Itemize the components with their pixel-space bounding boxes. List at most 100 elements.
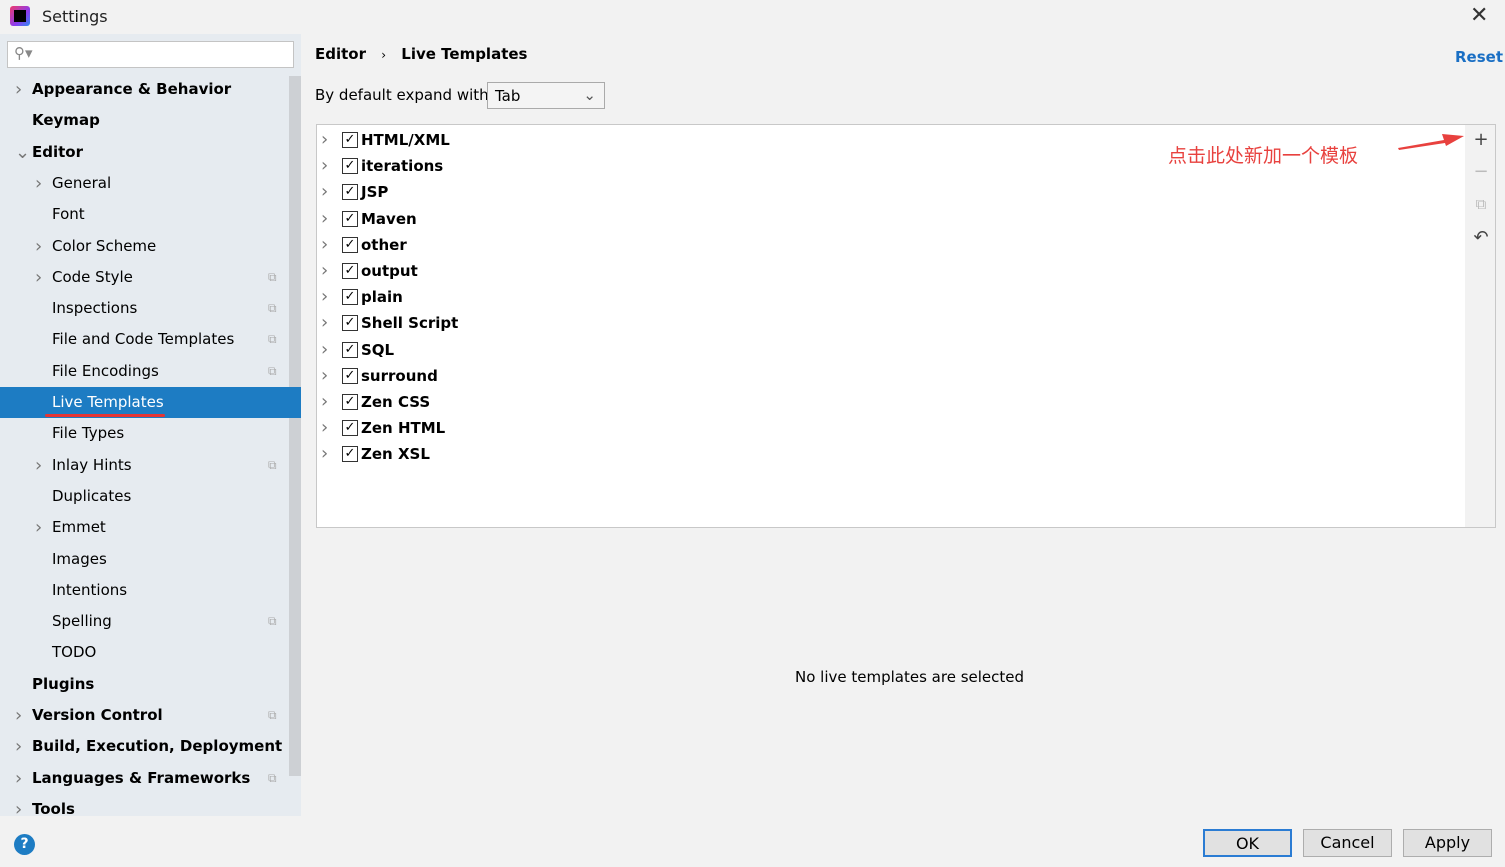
group-checkbox[interactable]: ✓: [342, 289, 358, 306]
chevron-right-icon[interactable]: ›: [15, 74, 22, 105]
sidebar-item[interactable]: Images: [0, 544, 289, 575]
group-checkbox[interactable]: ✓: [342, 394, 358, 410]
chevron-right-icon[interactable]: ›: [35, 450, 42, 481]
remove-icon[interactable]: −: [1471, 161, 1491, 182]
chevron-right-icon[interactable]: ›: [321, 363, 328, 389]
chevron-right-icon[interactable]: ›: [321, 232, 328, 258]
group-label: Maven: [361, 209, 417, 228]
sidebar-item[interactable]: › Build, Execution, Deployment: [0, 731, 289, 762]
sidebar-item-label: Spelling: [52, 612, 112, 631]
chevron-right-icon[interactable]: ›: [15, 700, 22, 731]
group-checkbox[interactable]: ✓: [342, 367, 358, 384]
copy-icon[interactable]: ⧉: [1471, 195, 1491, 213]
title-bar: Settings ✕: [0, 0, 1505, 34]
sidebar-item[interactable]: File and Code Templates ⧉: [0, 324, 289, 355]
sidebar-item[interactable]: › Emmet: [0, 512, 289, 543]
group-checkbox[interactable]: ✓: [342, 236, 358, 253]
group-checkbox[interactable]: ✓: [342, 420, 358, 437]
project-settings-icon: ⧉: [268, 332, 277, 347]
sidebar-item[interactable]: › Languages & Frameworks ⧉: [0, 763, 289, 794]
group-checkbox[interactable]: ✓: [342, 263, 358, 279]
chevron-right-icon[interactable]: ›: [321, 179, 328, 205]
chevron-right-icon[interactable]: ›: [15, 763, 22, 794]
sidebar-item[interactable]: › Code Style ⧉: [0, 262, 289, 293]
sidebar-item[interactable]: File Encodings ⧉: [0, 356, 289, 387]
sidebar-item-label: Inlay Hints: [52, 455, 132, 474]
group-checkbox[interactable]: ✓: [342, 341, 358, 358]
group-label: Zen XSL: [361, 445, 430, 464]
sidebar-item-label: Emmet: [52, 518, 106, 537]
chevron-right-icon[interactable]: ›: [321, 415, 328, 441]
group-checkbox[interactable]: ✓: [342, 446, 358, 463]
group-checkbox[interactable]: ✓: [342, 158, 358, 175]
ok-button[interactable]: OK: [1203, 829, 1292, 857]
chevron-right-icon[interactable]: ›: [15, 731, 22, 762]
scrollbar[interactable]: [289, 76, 301, 776]
group-checkbox[interactable]: ✓: [342, 184, 358, 201]
sidebar-item[interactable]: › Inlay Hints ⧉: [0, 450, 289, 481]
add-icon[interactable]: +: [1471, 129, 1491, 150]
sidebar-item[interactable]: Font: [0, 199, 289, 230]
chevron-right-icon[interactable]: ›: [321, 441, 328, 467]
sidebar-item[interactable]: › Appearance & Behavior: [0, 74, 289, 105]
sidebar-item[interactable]: Spelling ⧉: [0, 606, 289, 637]
empty-state-text: No live templates are selected: [795, 668, 1025, 686]
sidebar-item[interactable]: Duplicates: [0, 481, 289, 512]
sidebar-item-label: General: [52, 173, 112, 192]
chevron-right-icon[interactable]: ›: [15, 794, 22, 825]
group-checkbox[interactable]: ✓: [342, 315, 358, 332]
chevron-right-icon[interactable]: ›: [35, 512, 42, 543]
annotation-underline: [45, 414, 165, 417]
window-title: Settings: [42, 7, 108, 26]
sidebar-item[interactable]: TODO: [0, 637, 289, 668]
chevron-down-icon[interactable]: ⌄: [15, 137, 30, 168]
sidebar-item[interactable]: Plugins: [0, 669, 289, 700]
sidebar-item-label: Code Style: [52, 267, 133, 286]
sidebar-item[interactable]: Inspections ⧉: [0, 293, 289, 324]
chevron-right-icon[interactable]: ›: [321, 153, 328, 179]
sidebar-item[interactable]: Intentions: [0, 575, 289, 606]
reset-link[interactable]: Reset: [1455, 48, 1503, 66]
sidebar-item[interactable]: › Color Scheme: [0, 231, 289, 262]
chevron-right-icon[interactable]: ›: [321, 258, 328, 284]
group-label: plain: [361, 288, 403, 307]
chevron-down-icon: ⌄: [583, 86, 596, 104]
chevron-right-icon[interactable]: ›: [321, 310, 328, 336]
sidebar-item[interactable]: › Tools: [0, 794, 289, 825]
sidebar-item[interactable]: › Version Control ⧉: [0, 700, 289, 731]
group-label: Shell Script: [361, 314, 459, 333]
group-checkbox[interactable]: ✓: [342, 210, 358, 227]
chevron-right-icon[interactable]: ›: [35, 231, 42, 262]
group-label: Zen CSS: [361, 393, 431, 411]
help-icon[interactable]: ?: [14, 834, 35, 855]
group-checkbox[interactable]: ✓: [342, 132, 358, 148]
sidebar-item-label: File Encodings: [52, 361, 159, 380]
sidebar-item[interactable]: File Types: [0, 418, 289, 449]
breadcrumb-separator-icon: ›: [381, 48, 387, 62]
chevron-right-icon[interactable]: ›: [35, 262, 42, 293]
search-input[interactable]: ⚲▾: [7, 41, 294, 68]
chevron-right-icon[interactable]: ›: [321, 284, 328, 310]
group-label: JSP: [361, 183, 389, 202]
sidebar-item-label: Languages & Frameworks: [32, 768, 251, 787]
group-label: HTML/XML: [361, 131, 450, 149]
chevron-right-icon[interactable]: ›: [321, 206, 328, 232]
breadcrumb-editor[interactable]: Editor: [315, 45, 366, 63]
annotation-arrow-icon: [1398, 134, 1464, 150]
sidebar-item[interactable]: Keymap: [0, 105, 289, 136]
breadcrumb-live-templates: Live Templates: [401, 45, 528, 63]
sidebar-item[interactable]: › General: [0, 168, 289, 199]
restore-icon[interactable]: ↶: [1471, 227, 1491, 248]
chevron-right-icon[interactable]: ›: [321, 127, 328, 153]
chevron-right-icon[interactable]: ›: [35, 168, 42, 199]
apply-button[interactable]: Apply: [1403, 829, 1492, 857]
sidebar-item-label: Color Scheme: [52, 236, 157, 255]
chevron-right-icon[interactable]: ›: [321, 337, 328, 363]
expand-with-select[interactable]: Tab ⌄: [487, 82, 605, 109]
chevron-right-icon[interactable]: ›: [321, 389, 328, 415]
close-icon[interactable]: ✕: [1470, 3, 1488, 28]
cancel-button[interactable]: Cancel: [1303, 829, 1392, 857]
sidebar-item[interactable]: ⌄ Editor: [0, 137, 289, 168]
sidebar-item-label: Images: [52, 549, 107, 568]
sidebar-item-label: Version Control: [32, 706, 163, 724]
